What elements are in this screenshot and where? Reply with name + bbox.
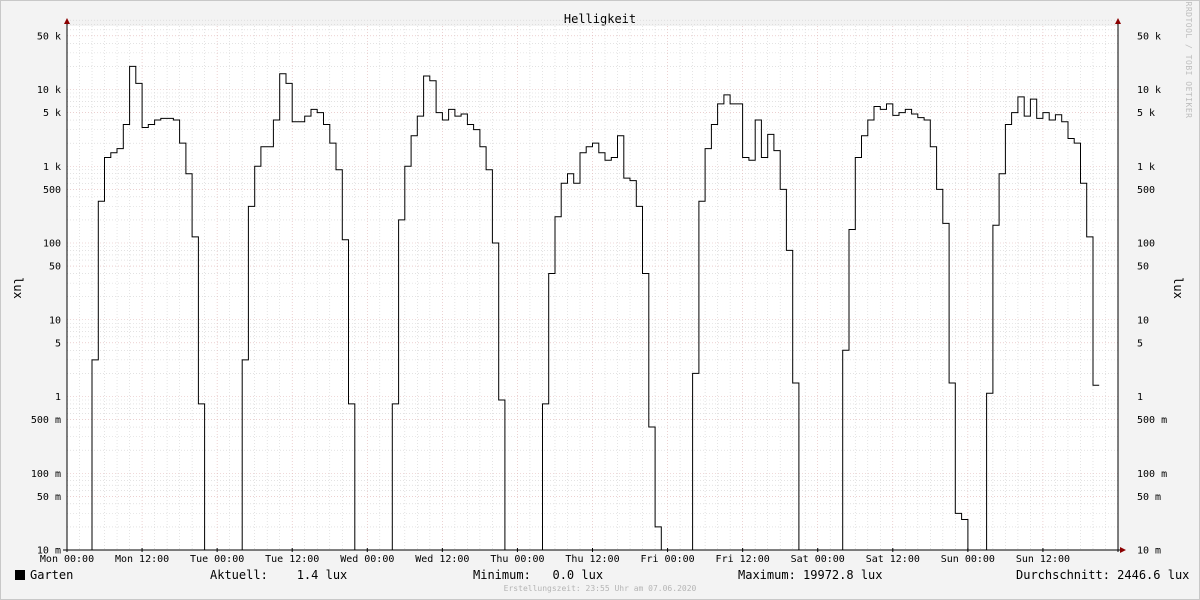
x-tick-label: Wed 00:00 [340, 554, 394, 565]
y-tick-label-left: 1 [55, 392, 61, 403]
y-axis-labels-left: 50 k 10 k 5 k 1 k 500 100 50 10 5 1 500 m 100 m 50 m… [31, 31, 61, 556]
legend-maximum: Maximum: 19972.8 lux [738, 568, 883, 582]
y-axis-arrow-left [64, 18, 70, 24]
legend-series: Garten [15, 568, 73, 582]
min-value: 0.0 lux [552, 568, 604, 582]
legend-current: Aktuell: 1.4 lux [210, 568, 347, 582]
x-tick-label: Fri 00:00 [640, 554, 694, 565]
y-tick-label-left: 50 [49, 262, 61, 273]
y-axis-arrow-right [1115, 18, 1121, 24]
y-tick-label-left: 10 [49, 315, 61, 326]
y-tick-label-right: 5 [1137, 338, 1143, 349]
legend-minimum: Minimum: 0.0 lux [473, 568, 603, 582]
y-tick-label-left: 100 [43, 239, 61, 250]
x-tick-label: Sun 12:00 [1016, 554, 1070, 565]
chart-title: Helligkeit [564, 12, 636, 26]
x-tick-label: Sat 12:00 [866, 554, 920, 565]
x-tick-label: Thu 12:00 [565, 554, 619, 565]
y-tick-label-right: 100 [1137, 239, 1155, 250]
y-tick-label-left: 500 m [31, 415, 61, 426]
x-tick-label: Mon 12:00 [115, 554, 169, 565]
current-label: Aktuell: [210, 568, 268, 582]
y-tick-label-left: 50 m [37, 492, 61, 503]
y-tick-label-left: 100 m [31, 469, 61, 480]
y-axis-title-right: lux [1171, 277, 1185, 299]
y-tick-label-right: 10 [1137, 315, 1149, 326]
max-value: 19972.8 lux [803, 568, 883, 582]
x-tick-label: Fri 12:00 [716, 554, 770, 565]
y-tick-label-left: 500 [43, 185, 61, 196]
y-tick-label-right: 500 [1137, 185, 1155, 196]
y-tick-label-left: 5 k [43, 108, 61, 119]
y-tick-label-right: 1 k [1137, 162, 1155, 173]
y-tick-label-right: 50 m [1137, 492, 1161, 503]
x-tick-label: Mon 00:00 [40, 554, 94, 565]
x-tick-label: Thu 00:00 [490, 554, 544, 565]
y-tick-label-left: 5 [55, 338, 61, 349]
y-tick-label-left: 10 k [37, 85, 61, 96]
x-tick-label: Tue 12:00 [265, 554, 319, 565]
current-value: 1.4 lux [296, 568, 348, 582]
y-tick-label-right: 1 [1137, 392, 1143, 403]
watermark: RRDTOOL / TOBI OETIKER [1184, 2, 1193, 119]
x-tick-label: Tue 00:00 [190, 554, 244, 565]
x-tick-label: Wed 12:00 [415, 554, 469, 565]
y-tick-label-left: 50 k [37, 31, 61, 42]
x-tick-label: Sun 00:00 [941, 554, 995, 565]
footer-timestamp: Erstellungszeit: 23:55 Uhr am 07.06.2020 [503, 584, 697, 593]
brightness-chart: Helligkeit 50 k 10 k 5 k 1 k 500 100 50 10 5 1 500… [11, 2, 1193, 565]
y-axis-labels-right: 50 k 10 k 5 k 1 k 500 100 50 10 5 1 500 m 100 m 50 m… [1137, 31, 1167, 556]
y-tick-label-left: 1 k [43, 162, 61, 173]
y-tick-label-right: 10 m [1137, 546, 1161, 557]
y-tick-label-right: 10 k [1137, 85, 1161, 96]
legend-average: Durchschnitt: 2446.6 lux [1016, 568, 1189, 582]
y-tick-label-right: 100 m [1137, 469, 1167, 480]
max-label: Maximum: [738, 568, 796, 582]
y-tick-label-right: 5 k [1137, 108, 1155, 119]
y-tick-label-right: 50 k [1137, 31, 1161, 42]
min-label: Minimum: [473, 568, 531, 582]
y-tick-label-right: 50 [1137, 262, 1149, 273]
y-tick-label-right: 500 m [1137, 415, 1167, 426]
x-axis-labels: Mon 00:00 Mon 12:00 Tue 00:00 Tue 12:00 Wed … [40, 554, 1070, 565]
legend-series-name: Garten [30, 568, 74, 582]
x-axis-arrow [1120, 547, 1126, 553]
y-axis-title-left: lux [11, 277, 25, 299]
x-tick-label: Sat 00:00 [791, 554, 845, 565]
avg-value: 2446.6 lux [1117, 568, 1190, 582]
legend-swatch [15, 570, 25, 580]
avg-label: Durchschnitt: [1016, 568, 1110, 582]
